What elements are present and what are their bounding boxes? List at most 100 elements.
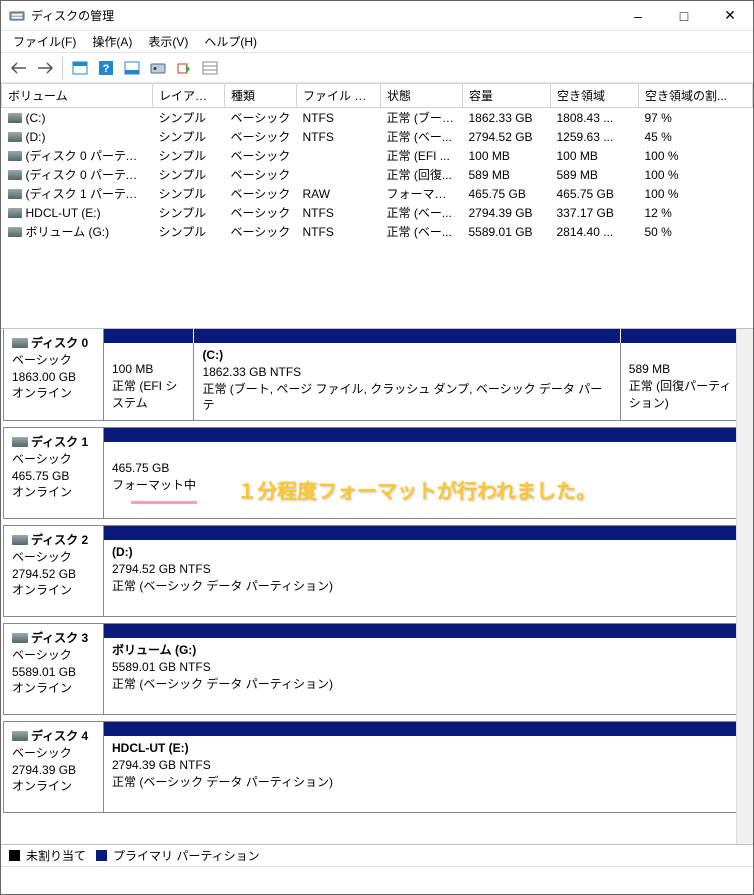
partition[interactable]: HDCL-UT (E:)2794.39 GB NTFS正常 (ベーシック データ…: [104, 736, 750, 812]
vol-cap: 2794.52 GB: [463, 127, 551, 146]
partitions: HDCL-UT (E:)2794.39 GB NTFS正常 (ベーシック データ…: [104, 722, 750, 812]
menu-action[interactable]: 操作(A): [84, 31, 140, 52]
disk-name: ディスク 3: [31, 631, 88, 645]
partition[interactable]: (D:)2794.52 GB NTFS正常 (ベーシック データ パーティション…: [104, 540, 750, 616]
vol-cap: 100 MB: [463, 146, 551, 165]
partition-status: 正常 (ベーシック データ パーティション): [112, 578, 742, 595]
separator: [62, 57, 63, 79]
partition-size: 589 MB: [629, 361, 742, 378]
back-button[interactable]: [7, 56, 31, 80]
table-row[interactable]: (C:)シンプルベーシックNTFS正常 (ブート...1862.33 GB180…: [2, 108, 753, 128]
col-free[interactable]: 空き領域: [551, 84, 639, 108]
vol-pct: 97 %: [639, 108, 753, 128]
volume-list[interactable]: ボリューム レイアウト 種類 ファイル システム 状態 容量 空き領域 空き領域…: [1, 83, 753, 329]
partition[interactable]: ボリューム (G:)5589.01 GB NTFS正常 (ベーシック データ パ…: [104, 638, 750, 714]
partition[interactable]: 589 MB正常 (回復パーティション): [621, 343, 750, 420]
vol-fs: NTFS: [297, 127, 381, 146]
legend-primary: プライマリ パーティション: [113, 847, 260, 864]
col-capacity[interactable]: 容量: [463, 84, 551, 108]
col-layout[interactable]: レイアウト: [153, 84, 225, 108]
disk-row[interactable]: ディスク 3ベーシック5589.01 GBオンラインボリューム (G:)5589…: [3, 623, 751, 715]
maximize-button[interactable]: □: [661, 1, 707, 30]
partition[interactable]: 465.75 GBフォーマット中: [104, 442, 750, 518]
col-fs[interactable]: ファイル システム: [297, 84, 381, 108]
disk-size: 465.75 GB: [12, 469, 69, 483]
table-row[interactable]: (ディスク 0 パーティシ...シンプルベーシック正常 (回復...589 MB…: [2, 165, 753, 184]
view-bottom-button[interactable]: [120, 56, 144, 80]
vol-type: ベーシック: [225, 222, 297, 241]
legend-swatch-unalloc: [9, 850, 20, 861]
partition-status: 正常 (回復パーティション): [629, 378, 742, 412]
settings-icon[interactable]: [146, 56, 170, 80]
action-icon[interactable]: [172, 56, 196, 80]
partition-size: 2794.52 GB NTFS: [112, 561, 742, 578]
disk-row[interactable]: ディスク 4ベーシック2794.39 GBオンラインHDCL-UT (E:)27…: [3, 721, 751, 813]
partition[interactable]: (C:)1862.33 GB NTFS正常 (ブート, ページ ファイル, クラ…: [194, 343, 620, 420]
disk-type: ベーシック: [12, 353, 72, 367]
partition-size: 1862.33 GB NTFS: [202, 364, 611, 381]
disk-name: ディスク 2: [31, 533, 88, 547]
vol-type: ベーシック: [225, 108, 297, 128]
menu-view[interactable]: 表示(V): [140, 31, 196, 52]
partition-size: 2794.39 GB NTFS: [112, 757, 742, 774]
legend-swatch-primary: [96, 850, 107, 861]
partition-size: 465.75 GB: [112, 460, 742, 477]
vol-layout: シンプル: [153, 184, 225, 203]
vol-pct: 12 %: [639, 203, 753, 222]
table-row[interactable]: (ディスク 0 パーティシ...シンプルベーシック正常 (EFI ...100 …: [2, 146, 753, 165]
forward-button[interactable]: [33, 56, 57, 80]
vol-pct: 100 %: [639, 184, 753, 203]
partition-title: (D:): [112, 544, 742, 561]
table-row[interactable]: ボリューム (G:)シンプルベーシックNTFS正常 (ベー...5589.01 …: [2, 222, 753, 241]
minimize-button[interactable]: –: [615, 1, 661, 30]
partition-bar: [194, 329, 620, 343]
disk-row[interactable]: ディスク 1ベーシック465.75 GBオンライン465.75 GBフォーマット…: [3, 427, 751, 519]
vol-free: 2814.40 ...: [551, 222, 639, 241]
vol-free: 100 MB: [551, 146, 639, 165]
menu-file[interactable]: ファイル(F): [5, 31, 84, 52]
disk-icon: [12, 338, 28, 348]
vol-cap: 589 MB: [463, 165, 551, 184]
col-type[interactable]: 種類: [225, 84, 297, 108]
volume-icon: [8, 170, 22, 180]
vol-type: ベーシック: [225, 146, 297, 165]
disk-icon: [12, 633, 28, 643]
table-row[interactable]: (ディスク 1 パーティシ...シンプルベーシックRAWフォーマット中465.7…: [2, 184, 753, 203]
vol-layout: シンプル: [153, 165, 225, 184]
partition[interactable]: 100 MB正常 (EFI システム: [104, 343, 194, 420]
app-icon: [9, 8, 25, 24]
partition-bar: [104, 624, 750, 638]
view-top-button[interactable]: [68, 56, 92, 80]
disk-state: オンライン: [12, 681, 72, 695]
vol-fs: RAW: [297, 184, 381, 203]
vol-name: (C:): [26, 111, 46, 125]
disk-label: ディスク 4ベーシック2794.39 GBオンライン: [4, 722, 104, 812]
disk-type: ベーシック: [12, 746, 72, 760]
partitions: 465.75 GBフォーマット中: [104, 428, 750, 518]
partition-size: 5589.01 GB NTFS: [112, 659, 742, 676]
col-pct[interactable]: 空き領域の割...: [639, 84, 753, 108]
list-icon[interactable]: [198, 56, 222, 80]
disk-row[interactable]: ディスク 2ベーシック2794.52 GBオンライン(D:)2794.52 GB…: [3, 525, 751, 617]
col-status[interactable]: 状態: [381, 84, 463, 108]
vol-layout: シンプル: [153, 203, 225, 222]
col-volume[interactable]: ボリューム: [2, 84, 153, 108]
vol-type: ベーシック: [225, 203, 297, 222]
disk-graphical-view[interactable]: １分程度フォーマットが行われました。 ディスク 0ベーシック1863.00 GB…: [1, 329, 753, 844]
disk-label: ディスク 0ベーシック1863.00 GBオンライン: [4, 329, 104, 420]
vol-free: 1259.63 ...: [551, 127, 639, 146]
table-row[interactable]: (D:)シンプルベーシックNTFS正常 (ベー...2794.52 GB1259…: [2, 127, 753, 146]
disk-row[interactable]: ディスク 0ベーシック1863.00 GBオンライン100 MB正常 (EFI …: [3, 329, 751, 421]
disk-size: 2794.39 GB: [12, 763, 76, 777]
disk-icon: [12, 731, 28, 741]
disk-type: ベーシック: [12, 452, 72, 466]
statusbar: [1, 866, 753, 894]
help-icon[interactable]: ?: [94, 56, 118, 80]
table-row[interactable]: HDCL-UT (E:)シンプルベーシックNTFS正常 (ベー...2794.3…: [2, 203, 753, 222]
vol-cap: 1862.33 GB: [463, 108, 551, 128]
titlebar: ディスクの管理 – □ ✕: [1, 1, 753, 31]
close-button[interactable]: ✕: [707, 1, 753, 30]
scrollbar[interactable]: [736, 329, 753, 844]
menu-help[interactable]: ヘルプ(H): [196, 31, 265, 52]
volume-table: ボリューム レイアウト 種類 ファイル システム 状態 容量 空き領域 空き領域…: [1, 83, 753, 241]
